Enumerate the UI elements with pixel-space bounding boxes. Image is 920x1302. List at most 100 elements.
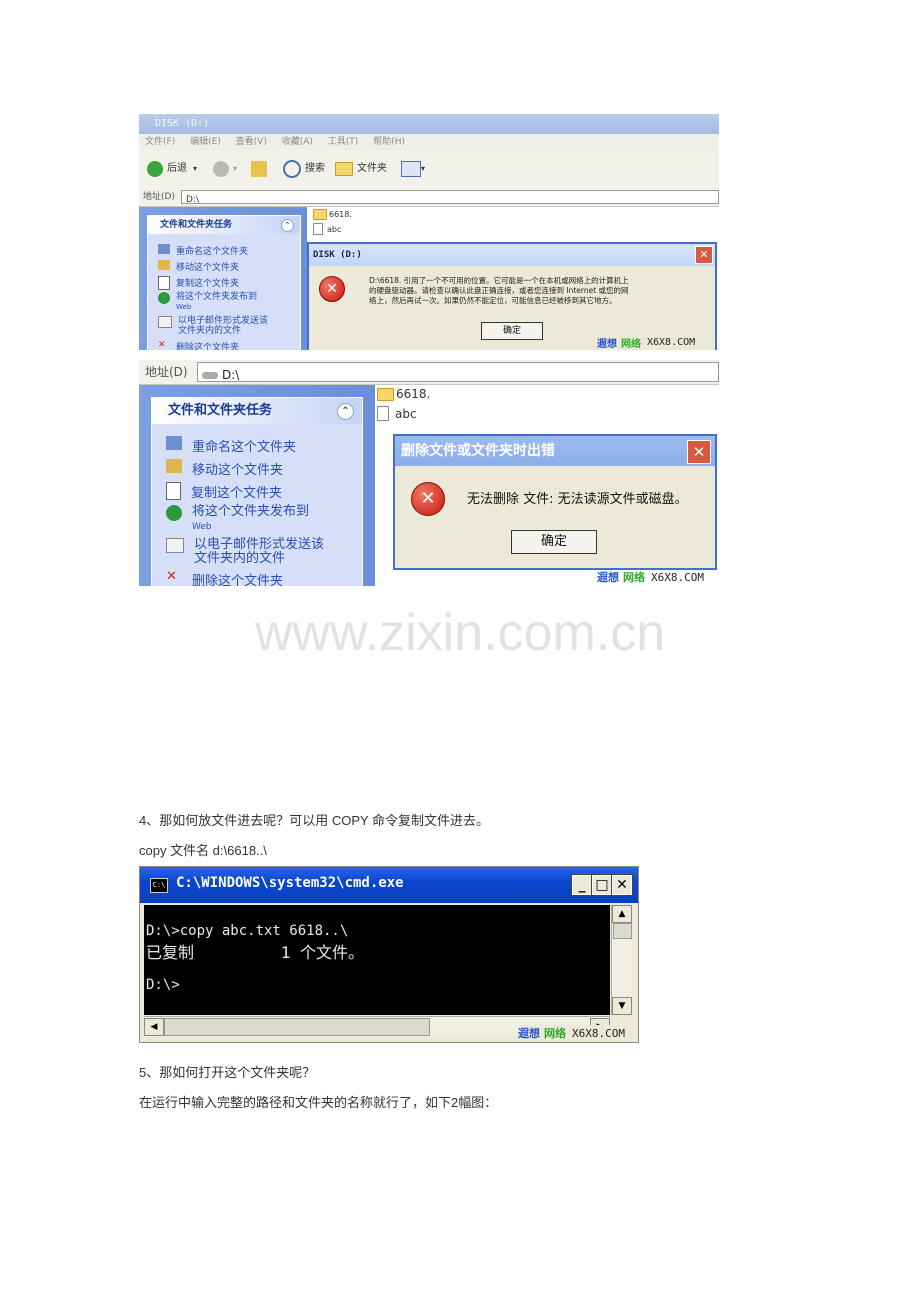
task-header: 文件和文件夹任务 ⌃ xyxy=(148,216,300,234)
delete-x-icon: ✕ xyxy=(166,569,177,584)
cmd-title: C:\WINDOWS\system32\cmd.exe xyxy=(176,875,404,891)
vertical-scrollbar[interactable]: ▲ ▼ xyxy=(611,905,632,1015)
views-button[interactable]: ▾ xyxy=(401,160,425,178)
task-pane: 文件和文件夹任务 ⌃ 重命名这个文件夹 移动这个文件夹 复制这个文件夹 将这个文… xyxy=(139,207,307,350)
task-delete[interactable]: ✕ 删除这个文件夹 xyxy=(158,340,239,350)
menu-tools[interactable]: 工具(T) xyxy=(328,137,359,147)
menu-view[interactable]: 查看(V) xyxy=(236,137,267,147)
cmd-title-bar: C:\ C:\WINDOWS\system32\cmd.exe _ □ ✕ xyxy=(140,867,638,903)
minimize-button[interactable]: _ xyxy=(571,874,593,896)
dialog-close-button[interactable]: ✕ xyxy=(695,246,713,264)
back-button[interactable]: 后退 ▾ xyxy=(147,160,197,178)
error-icon: ✕ xyxy=(411,482,445,516)
address-value: D:\ xyxy=(222,368,240,382)
dialog-title-bar: DISK (D:) xyxy=(309,244,715,266)
dialog-title: DISK (D:) xyxy=(313,250,362,260)
cmd-window: C:\ C:\WINDOWS\system32\cmd.exe _ □ ✕ D:… xyxy=(139,866,639,1043)
copy-icon xyxy=(166,482,181,500)
task-rename[interactable]: 重命名这个文件夹 xyxy=(166,436,296,455)
address-input[interactable]: D:\ xyxy=(197,362,719,382)
error-dialog: DISK (D:) ✕ ✕ D:\6618. 引用了一个不可用的位置。它可能是一… xyxy=(307,242,717,350)
console-line: 已复制 1 个文件。 xyxy=(146,943,364,962)
address-bar: 地址(D) D:\ xyxy=(139,360,719,385)
site-watermark: www.zixin.com.cn xyxy=(254,604,666,662)
task-delete[interactable]: ✕ 删除这个文件夹 xyxy=(166,569,283,587)
email-icon xyxy=(158,316,172,328)
task-box: 文件和文件夹任务 ⌃ 重命名这个文件夹 移动这个文件夹 复制这个文件夹 将这个文… xyxy=(151,397,363,586)
collapse-icon[interactable]: ⌃ xyxy=(281,219,294,232)
address-input[interactable]: D:\ xyxy=(181,190,719,205)
chevron-down-icon: ▾ xyxy=(233,164,238,173)
folder-icon xyxy=(335,162,353,176)
scroll-thumb[interactable] xyxy=(613,923,632,939)
step-4-text: 4、那如何放文件进去呢？可以用 COPY 命令复制文件进去。 xyxy=(139,813,490,828)
task-box: 文件和文件夹任务 ⌃ 重命名这个文件夹 移动这个文件夹 复制这个文件夹 将这个文… xyxy=(147,215,301,350)
source-watermark: 遐想 网络 X6X8.COM xyxy=(597,570,704,585)
dialog-title: 删除文件或文件夹时出错 xyxy=(401,443,555,459)
dialog-close-button[interactable]: ✕ xyxy=(687,440,711,464)
rename-icon xyxy=(158,244,170,254)
address-value: D:\ xyxy=(186,195,199,205)
file-item-6618[interactable]: 6618. xyxy=(313,209,352,220)
task-publish[interactable]: 将这个文件夹发布到 Web xyxy=(166,505,309,534)
file-item-6618[interactable]: 6618. xyxy=(377,387,430,401)
close-button[interactable]: ✕ xyxy=(611,874,633,896)
toolbar: 后退 ▾ ▾ 搜索 文件夹 ▾ xyxy=(139,150,719,189)
run-hint-text: 在运行中输入完整的路径和文件夹的名称就行了，如下2幅图： xyxy=(139,1095,498,1110)
task-move[interactable]: 移动这个文件夹 xyxy=(158,260,239,273)
task-pane: 文件和文件夹任务 ⌃ 重命名这个文件夹 移动这个文件夹 复制这个文件夹 将这个文… xyxy=(139,385,375,586)
menu-favorites[interactable]: 收藏(A) xyxy=(282,137,313,147)
ok-button[interactable]: 确定 xyxy=(511,530,597,554)
folders-button[interactable]: 文件夹 xyxy=(335,160,387,178)
dialog-message: 无法删除 文件: 无法读源文件或磁盘。 xyxy=(467,492,688,507)
file-item-abc[interactable]: abc xyxy=(313,223,341,235)
menu-help[interactable]: 帮助(H) xyxy=(373,137,405,147)
step-5-text: 5、那如何打开这个文件夹呢？ xyxy=(139,1065,316,1080)
move-icon xyxy=(158,260,170,270)
up-folder-icon xyxy=(251,161,267,177)
task-move[interactable]: 移动这个文件夹 xyxy=(166,459,283,478)
scroll-up-icon[interactable]: ▲ xyxy=(612,905,632,923)
task-header: 文件和文件夹任务 ⌃ xyxy=(152,398,362,424)
dialog-title-bar: 删除文件或文件夹时出错 xyxy=(395,436,715,466)
file-item-abc[interactable]: abc xyxy=(377,406,417,421)
forward-arrow-icon xyxy=(213,161,229,177)
back-arrow-icon xyxy=(147,161,163,177)
window-title-bar: DISK (D:) xyxy=(139,114,719,134)
menu-file[interactable]: 文件(F) xyxy=(145,137,175,147)
ok-button[interactable]: 确定 xyxy=(481,322,543,340)
maximize-button[interactable]: □ xyxy=(591,874,613,896)
delete-x-icon: ✕ xyxy=(158,340,166,350)
hscroll-thumb[interactable] xyxy=(164,1018,430,1036)
rename-icon xyxy=(166,436,182,450)
scroll-left-icon[interactable]: ◀ xyxy=(144,1018,164,1036)
collapse-icon[interactable]: ⌃ xyxy=(337,403,354,420)
source-watermark: 遐想 网络 X6X8.COM xyxy=(597,337,696,350)
globe-icon xyxy=(158,292,170,304)
up-folder-button[interactable] xyxy=(251,160,267,178)
forward-button[interactable]: ▾ xyxy=(213,160,237,178)
task-copy[interactable]: 复制这个文件夹 xyxy=(158,276,239,290)
source-watermark: 遐想 网络 X6X8.COM xyxy=(518,1025,625,1041)
address-label: 地址(D) xyxy=(143,192,175,202)
menu-edit[interactable]: 编辑(E) xyxy=(190,137,221,147)
email-icon xyxy=(166,538,184,553)
folder-icon xyxy=(377,387,394,401)
scroll-down-icon[interactable]: ▼ xyxy=(612,997,632,1015)
globe-icon xyxy=(166,505,182,521)
dialog-message: D:\6618. 引用了一个不可用的位置。它可能是一个在本机或网络上的计算机上 … xyxy=(369,276,629,305)
task-email[interactable]: 以电子邮件形式发送该 文件夹内的文件 xyxy=(158,316,268,336)
delete-error-dialog: 删除文件或文件夹时出错 ✕ ✕ 无法删除 文件: 无法读源文件或磁盘。 确定 xyxy=(393,434,717,570)
drive-icon xyxy=(202,372,218,379)
task-rename[interactable]: 重命名这个文件夹 xyxy=(158,244,248,257)
task-publish[interactable]: 将这个文件夹发布到 Web xyxy=(158,292,257,312)
search-button[interactable]: 搜索 xyxy=(283,160,325,178)
task-copy[interactable]: 复制这个文件夹 xyxy=(166,482,282,501)
console-output[interactable]: D:\>copy abc.txt 6618..\ 已复制 1 个文件。 D:\> xyxy=(144,905,610,1015)
document-icon xyxy=(377,406,389,421)
chevron-down-icon: ▾ xyxy=(421,164,426,173)
move-icon xyxy=(166,459,182,473)
task-email[interactable]: 以电子邮件形式发送该 文件夹内的文件 xyxy=(166,538,324,566)
address-label: 地址(D) xyxy=(145,365,188,379)
search-icon xyxy=(283,160,301,178)
